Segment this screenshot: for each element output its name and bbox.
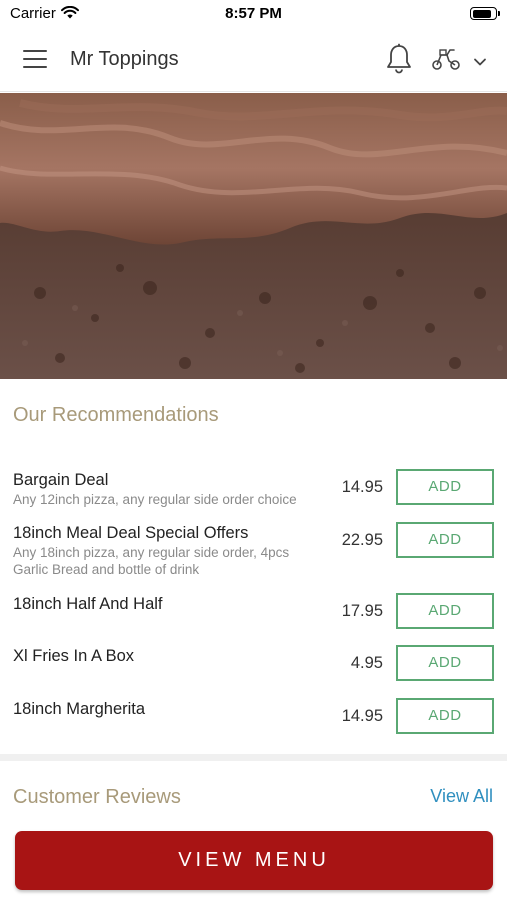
add-button[interactable]: ADD [396, 593, 494, 629]
app-header: Mr Toppings [0, 28, 507, 92]
item-name: 18inch Half And Half [13, 595, 163, 613]
section-divider [0, 754, 507, 761]
app-title: Mr Toppings [70, 48, 179, 70]
item-name: 18inch Meal Deal Special Offers [13, 524, 249, 542]
add-button[interactable]: ADD [396, 698, 494, 734]
scooter-icon[interactable] [431, 47, 461, 71]
clock: 8:57 PM [225, 5, 282, 22]
add-button[interactable]: ADD [396, 522, 494, 558]
item-name: 18inch Margherita [13, 700, 146, 718]
item-description: Any 18inch pizza, any regular side order… [13, 545, 290, 577]
item-price: 14.95 [341, 707, 383, 725]
hero-image [0, 93, 507, 379]
item-price: 22.95 [341, 531, 383, 549]
bell-icon[interactable] [385, 43, 413, 75]
add-button[interactable]: ADD [396, 469, 494, 505]
item-price: 14.95 [341, 478, 383, 496]
item-description: Any 12inch pizza, any regular side order… [13, 492, 297, 507]
view-all-link[interactable]: View All [430, 786, 493, 807]
view-menu-button[interactable]: VIEW MENU [15, 831, 493, 890]
status-bar: Carrier 8:57 PM [0, 0, 507, 28]
item-name: Xl Fries In A Box [13, 647, 135, 665]
item-name: Bargain Deal [13, 471, 109, 489]
menu-icon[interactable] [23, 50, 47, 68]
battery-icon [470, 7, 500, 20]
battery-level [472, 9, 492, 18]
add-button[interactable]: ADD [396, 645, 494, 681]
reviews-title: Customer Reviews [13, 786, 181, 808]
item-price: 17.95 [341, 602, 383, 620]
item-price: 4.95 [350, 654, 383, 672]
chevron-down-icon[interactable] [473, 54, 487, 66]
recommendations-title: Our Recommendations [13, 404, 219, 426]
